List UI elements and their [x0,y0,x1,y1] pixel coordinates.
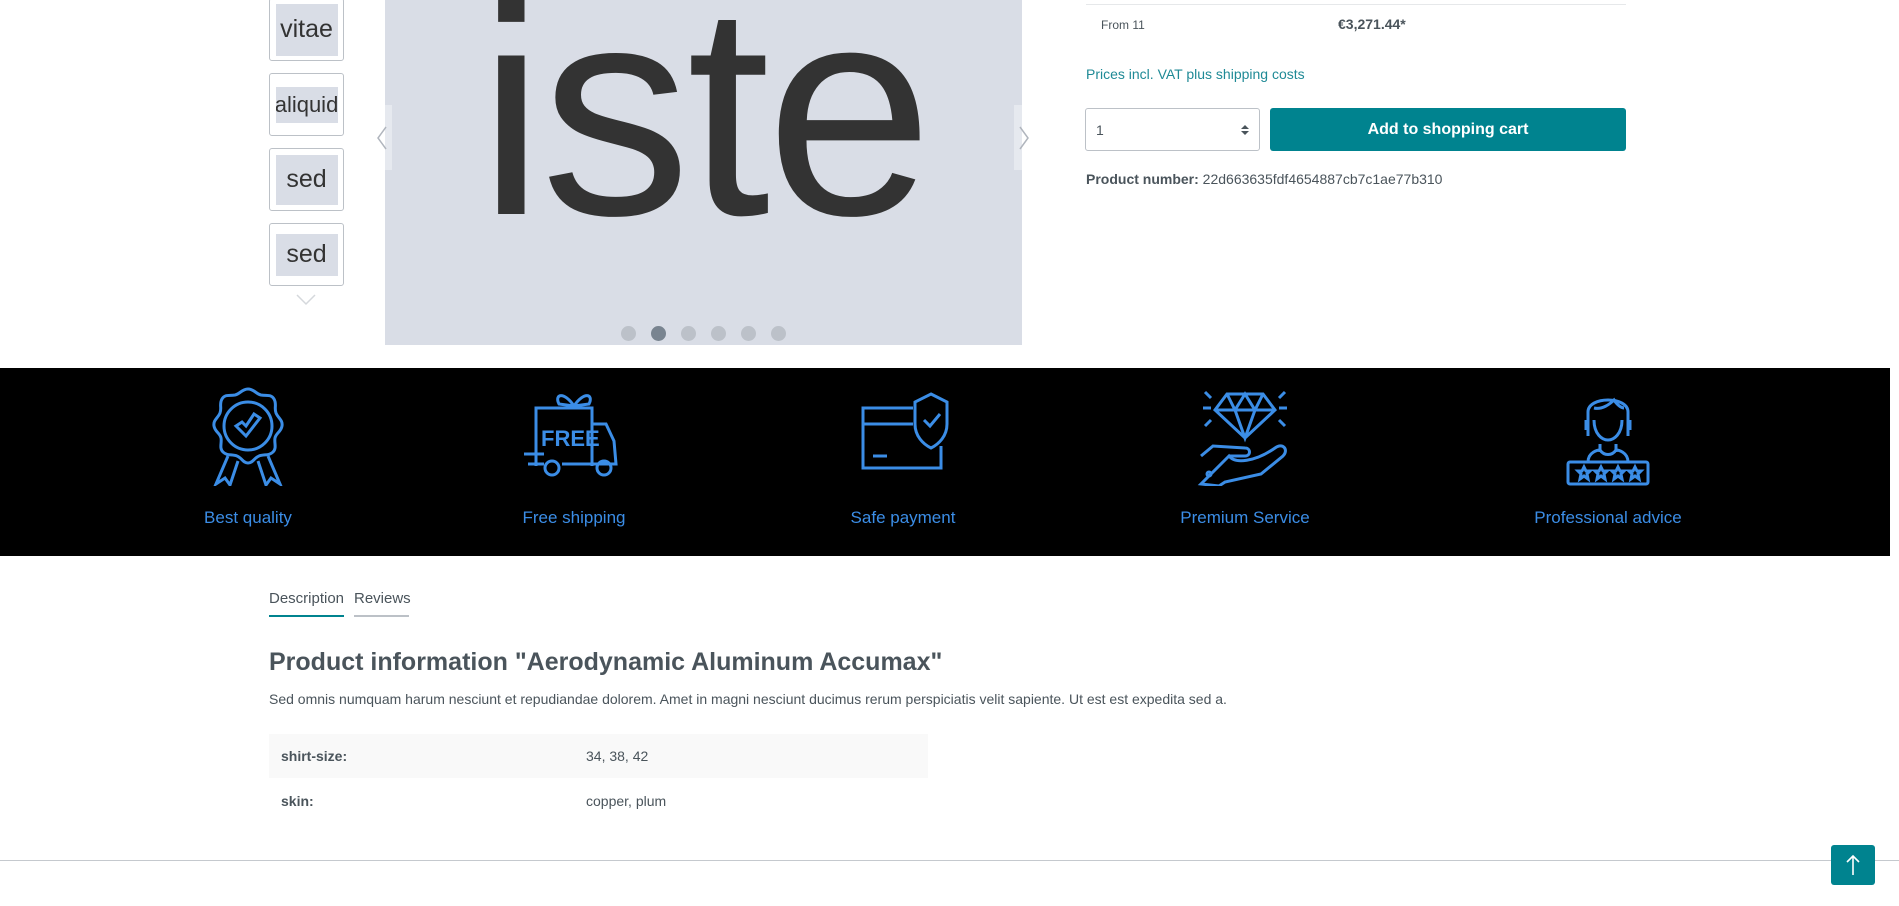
slider-dot-1[interactable] [621,326,636,341]
slider-dot-6[interactable] [771,326,786,341]
add-to-cart-button[interactable]: Add to shopping cart [1270,108,1626,151]
arrow-up-icon [1846,854,1860,875]
property-row: shirt-size: 34, 38, 42 [269,734,928,778]
features-bar: Best quality FREE Free shipping Safe pay… [0,368,1890,556]
diamond-hand-icon [1197,390,1287,486]
product-number: Product number: 22d663635fdf4654887cb7c1… [1086,171,1443,187]
secure-card-shield-icon [861,392,949,470]
tab-description[interactable]: Description [269,590,344,617]
prev-image-button[interactable] [372,105,392,170]
feature-professional-advice: Professional advice [1478,386,1738,528]
scroll-to-top-button[interactable] [1831,845,1875,885]
slider-dot-3[interactable] [681,326,696,341]
slider-dot-5[interactable] [741,326,756,341]
feature-free-shipping: FREE Free shipping [444,386,704,528]
support-agent-rating-icon [1566,397,1650,486]
tab-reviews[interactable]: Reviews [354,590,411,617]
main-product-image: iste [385,0,1022,345]
select-arrows-icon [1241,124,1249,135]
feature-premium-service: Premium Service [1115,386,1375,528]
price-table-divider [1086,4,1626,5]
product-description-text: Sed omnis numquam harum nesciunt et repu… [269,691,1227,707]
product-info-title: Product information "Aerodynamic Aluminu… [269,648,943,676]
vat-notice-link[interactable]: Prices incl. VAT plus shipping costs [1086,66,1305,82]
thumbnails-down-chevron-icon[interactable] [295,292,317,308]
award-badge-icon [212,387,284,486]
chevron-left-icon [377,126,387,149]
thumbnail-2[interactable]: aliquid [269,73,344,136]
property-row: skin: copper, plum [281,793,667,809]
feature-best-quality: Best quality [118,386,378,528]
feature-safe-payment: Safe payment [773,386,1033,528]
footer-divider [0,860,1899,861]
svg-text:FREE: FREE [541,426,600,451]
thumbnail-3[interactable]: sed [269,148,344,211]
price-quantity-label: From 11 [1101,18,1145,32]
free-delivery-truck-icon: FREE [524,394,618,477]
slider-dot-4[interactable] [711,326,726,341]
next-image-button[interactable] [1014,105,1034,170]
thumbnail-4[interactable]: sed [269,223,344,286]
quantity-select[interactable]: 1 [1085,108,1260,151]
price-value: €3,271.44* [1338,16,1406,32]
chevron-right-icon [1019,126,1029,149]
slider-dot-2[interactable] [651,326,666,341]
thumbnail-1[interactable]: vitae [269,0,344,61]
